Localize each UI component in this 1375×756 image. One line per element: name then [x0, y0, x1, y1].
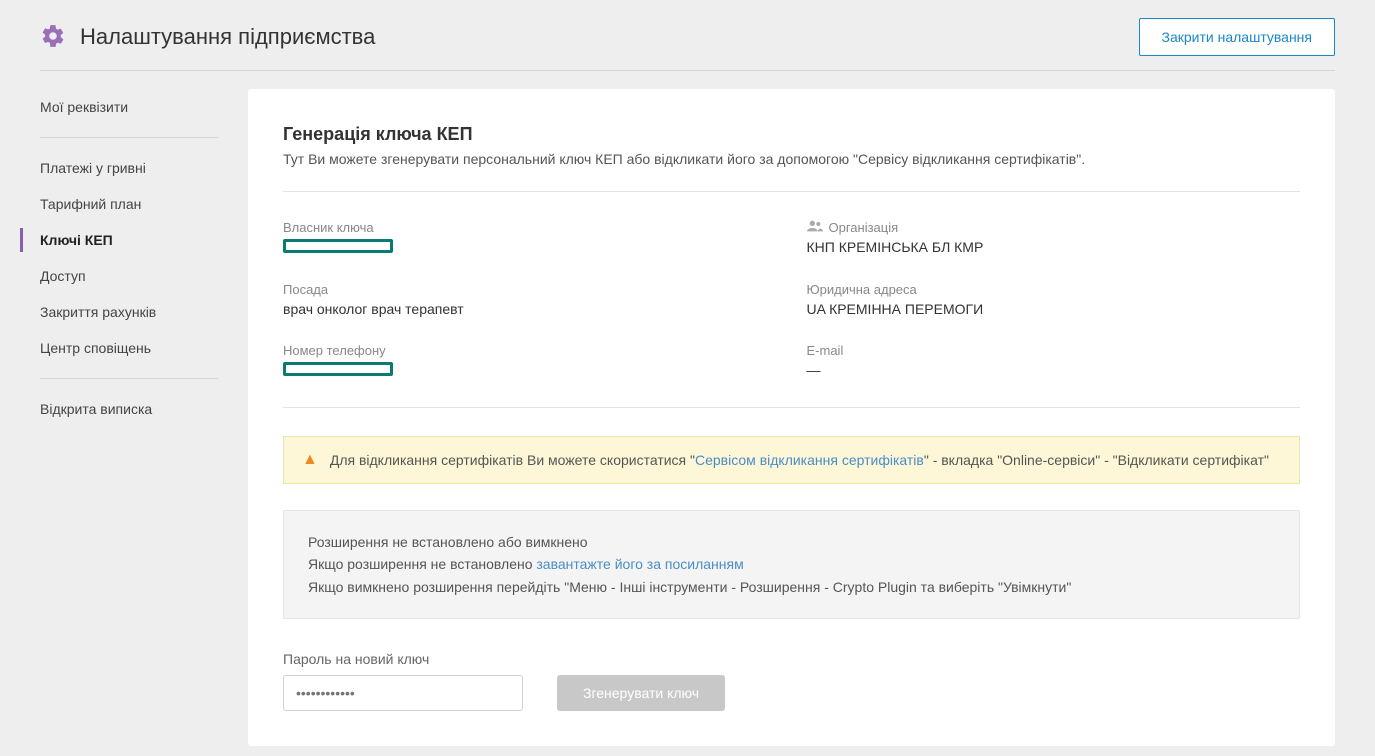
key-owner-label: Власник ключа [283, 220, 777, 235]
sidebar-item-close-accounts[interactable]: Закриття рахунків [40, 294, 218, 330]
organization-value: КНП КРЕМІНСЬКА БЛ КМР [807, 239, 1301, 255]
organization-label: Організація [829, 220, 899, 235]
new-key-password-input[interactable] [283, 675, 523, 711]
gear-icon [40, 23, 66, 52]
content-panel: Генерація ключа КЕП Тут Ви можете згенер… [248, 89, 1335, 746]
ext-line-2-prefix: Якщо розширення не встановлено [308, 556, 536, 572]
sidebar-item-open-statement[interactable]: Відкрита виписка [40, 391, 218, 427]
people-icon [807, 220, 823, 235]
email-label: E-mail [807, 343, 1301, 358]
revoke-service-link[interactable]: Сервісом відкликання сертифікатів [695, 452, 924, 468]
extension-info-alert: Розширення не встановлено або вимкнено Я… [283, 510, 1300, 619]
key-owner-value-redacted [283, 239, 393, 253]
email-block: E-mail — [807, 343, 1301, 379]
sidebar-item-payments-uah[interactable]: Платежі у гривні [40, 150, 218, 186]
sidebar: Мої реквізити Платежі у гривні Тарифний … [40, 89, 218, 746]
warning-alert: ▲ Для відкликання сертифікатів Ви можете… [283, 436, 1300, 484]
ext-line-1: Розширення не встановлено або вимкнено [308, 531, 1275, 553]
key-owner-block: Власник ключа [283, 220, 777, 256]
address-value: UA КРЕМІННА ПЕРЕМОГИ [807, 301, 1301, 317]
warning-text-suffix: " - вкладка "Online-сервіси" - "Відклика… [924, 452, 1269, 468]
organization-block: Організація КНП КРЕМІНСЬКА БЛ КМР [807, 220, 1301, 256]
section-title: Генерація ключа КЕП [283, 124, 1300, 145]
sidebar-item-access[interactable]: Доступ [40, 258, 218, 294]
close-settings-button[interactable]: Закрити налаштування [1139, 18, 1335, 56]
address-label: Юридична адреса [807, 282, 1301, 297]
address-block: Юридична адреса UA КРЕМІННА ПЕРЕМОГИ [807, 282, 1301, 317]
section-description: Тут Ви можете згенерувати персональний к… [283, 151, 1300, 167]
page-title: Налаштування підприємства [80, 24, 375, 50]
position-value: врач онколог врач терапевт [283, 301, 777, 317]
phone-value-redacted [283, 362, 393, 376]
position-label: Посада [283, 282, 777, 297]
email-value: — [807, 362, 1301, 378]
ext-line-3: Якщо вимкнено розширення перейдіть "Меню… [308, 576, 1275, 598]
sidebar-item-kep-keys[interactable]: Ключі КЕП [40, 222, 218, 258]
position-block: Посада врач онколог врач терапевт [283, 282, 777, 317]
phone-label: Номер телефону [283, 343, 777, 358]
phone-block: Номер телефону [283, 343, 777, 379]
sidebar-item-my-details[interactable]: Мої реквізити [40, 89, 218, 125]
header: Налаштування підприємства Закрити налашт… [40, 18, 1335, 71]
download-extension-link[interactable]: завантажте його за посиланням [536, 556, 743, 572]
sidebar-item-tariff-plan[interactable]: Тарифний план [40, 186, 218, 222]
warning-icon: ▲ [302, 451, 318, 469]
warning-text-prefix: Для відкликання сертифікатів Ви можете с… [330, 452, 695, 468]
generate-key-button[interactable]: Згенерувати ключ [557, 675, 725, 711]
sidebar-item-notification-center[interactable]: Центр сповіщень [40, 330, 218, 366]
password-label: Пароль на новий ключ [283, 651, 523, 667]
